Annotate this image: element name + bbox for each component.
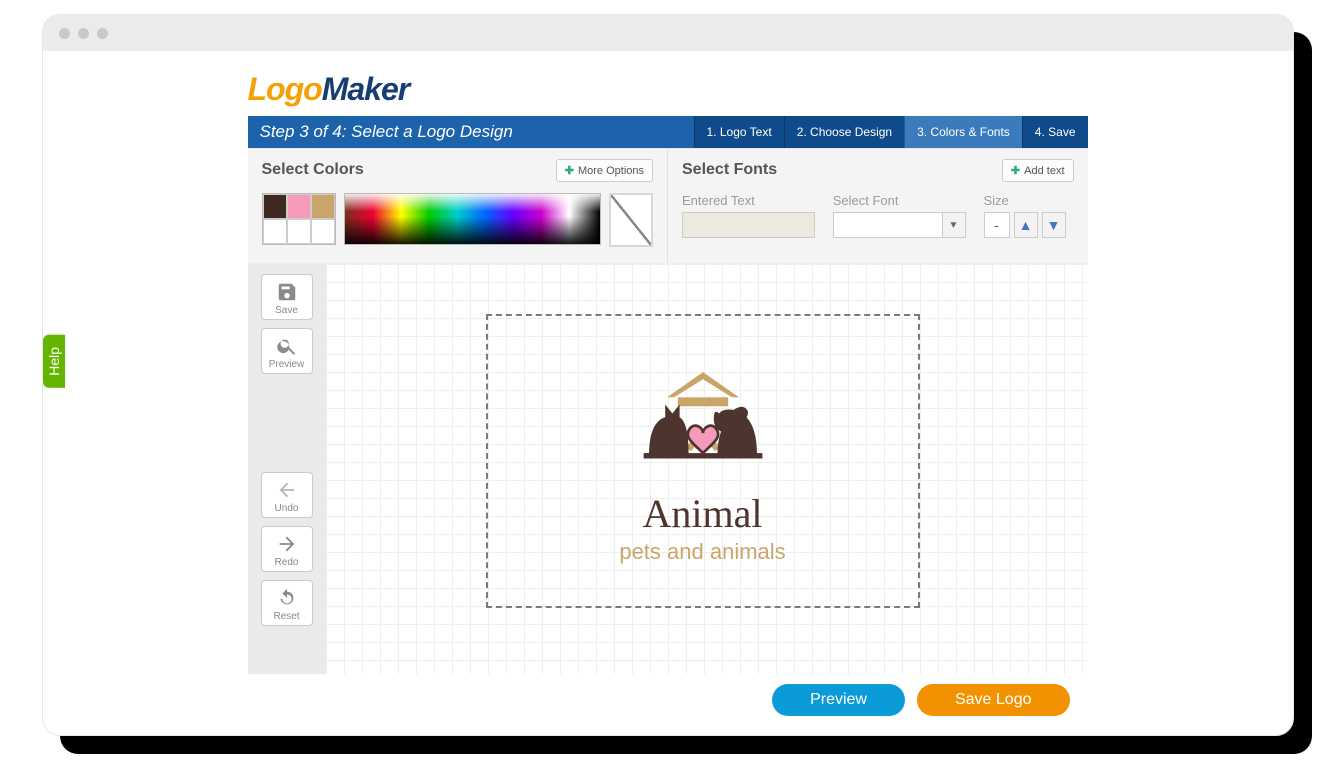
logo-subtitle[interactable]: pets and animals [619, 539, 785, 565]
canvas[interactable]: Animal pets and animals [326, 264, 1088, 674]
logo-graphic[interactable] [613, 358, 793, 478]
chevron-down-icon: ▼ [942, 213, 965, 237]
magnifier-icon [276, 335, 298, 357]
tab-logo-text[interactable]: 1. Logo Text [694, 116, 784, 148]
page: LogoMaker Step 3 of 4: Select a Logo Des… [226, 51, 1110, 735]
swatch[interactable] [287, 219, 311, 244]
side-toolbar: Save Preview Undo Redo [248, 264, 326, 674]
browser-frame: Help LogoMaker Step 3 of 4: Select a Log… [42, 14, 1294, 736]
select-font-field: Select Font ▼ [833, 193, 966, 238]
window-dot [78, 28, 89, 39]
browser-titlebar [43, 15, 1293, 51]
brand-logo: LogoMaker [248, 71, 1088, 108]
step-bar: Step 3 of 4: Select a Logo Design 1. Log… [248, 116, 1088, 148]
plus-icon: ✚ [565, 164, 574, 177]
more-options-button[interactable]: ✚ More Options [556, 159, 653, 182]
size-label: Size [984, 193, 1074, 208]
arrow-left-icon [276, 479, 298, 501]
swatch[interactable] [311, 194, 335, 219]
tab-choose-design[interactable]: 2. Choose Design [784, 116, 904, 148]
color-spectrum[interactable] [344, 193, 602, 245]
swatch[interactable] [263, 219, 287, 244]
reset-button-label: Reset [273, 611, 299, 622]
artboard[interactable]: Animal pets and animals [486, 314, 920, 608]
footer-buttons: Preview Save Logo [248, 674, 1088, 734]
save-button[interactable]: Save [261, 274, 313, 320]
logo-title[interactable]: Animal [643, 490, 763, 537]
panel-fonts: Select Fonts ✚ Add text Entered Text Sel… [667, 149, 1088, 263]
reset-icon [276, 587, 298, 609]
save-logo-pill-button[interactable]: Save Logo [917, 684, 1070, 716]
tab-colors-fonts[interactable]: 3. Colors & Fonts [904, 116, 1022, 148]
font-select[interactable]: ▼ [833, 212, 966, 238]
save-button-label: Save [275, 305, 298, 316]
colors-row [262, 193, 654, 247]
swatch[interactable] [263, 194, 287, 219]
preview-button-label: Preview [269, 359, 305, 370]
undo-button[interactable]: Undo [261, 472, 313, 518]
swatch[interactable] [287, 194, 311, 219]
panel-colors: Select Colors ✚ More Options [248, 149, 668, 263]
brand-part1: Logo [248, 71, 322, 107]
entered-text-field: Entered Text [682, 193, 815, 238]
tab-save[interactable]: 4. Save [1022, 116, 1088, 148]
color-swatches[interactable] [262, 193, 336, 245]
font-fields: Entered Text Select Font ▼ Size [682, 193, 1074, 238]
brand-part2: Maker [322, 71, 410, 107]
preview-pill-button[interactable]: Preview [772, 684, 905, 716]
help-tab[interactable]: Help [43, 335, 65, 388]
viewport[interactable]: LogoMaker Step 3 of 4: Select a Logo Des… [43, 51, 1293, 735]
add-text-button[interactable]: ✚ Add text [1002, 159, 1074, 182]
window-dot [59, 28, 70, 39]
preview-button[interactable]: Preview [261, 328, 313, 374]
size-field: Size - ▲ ▼ [984, 193, 1074, 238]
window-dot [97, 28, 108, 39]
plus-icon: ✚ [1011, 164, 1020, 177]
more-options-label: More Options [578, 165, 644, 177]
reset-button[interactable]: Reset [261, 580, 313, 626]
editor: Save Preview Undo Redo [248, 263, 1088, 674]
redo-button[interactable]: Redo [261, 526, 313, 572]
size-value: - [984, 212, 1010, 238]
entered-text-input[interactable] [682, 212, 815, 238]
entered-text-label: Entered Text [682, 193, 815, 208]
select-font-label: Select Font [833, 193, 966, 208]
save-icon [276, 281, 298, 303]
add-text-label: Add text [1024, 165, 1064, 177]
font-select-value [834, 213, 942, 237]
arrow-right-icon [276, 533, 298, 555]
undo-button-label: Undo [275, 503, 299, 514]
size-up-button[interactable]: ▲ [1014, 212, 1038, 238]
swatch[interactable] [311, 219, 335, 244]
options-panels: Select Colors ✚ More Options [248, 148, 1088, 263]
no-color-swatch[interactable] [609, 193, 653, 247]
size-down-button[interactable]: ▼ [1042, 212, 1066, 238]
step-title: Step 3 of 4: Select a Logo Design [248, 116, 694, 148]
wizard-tabs: 1. Logo Text 2. Choose Design 3. Colors … [694, 116, 1088, 148]
redo-button-label: Redo [275, 557, 299, 568]
